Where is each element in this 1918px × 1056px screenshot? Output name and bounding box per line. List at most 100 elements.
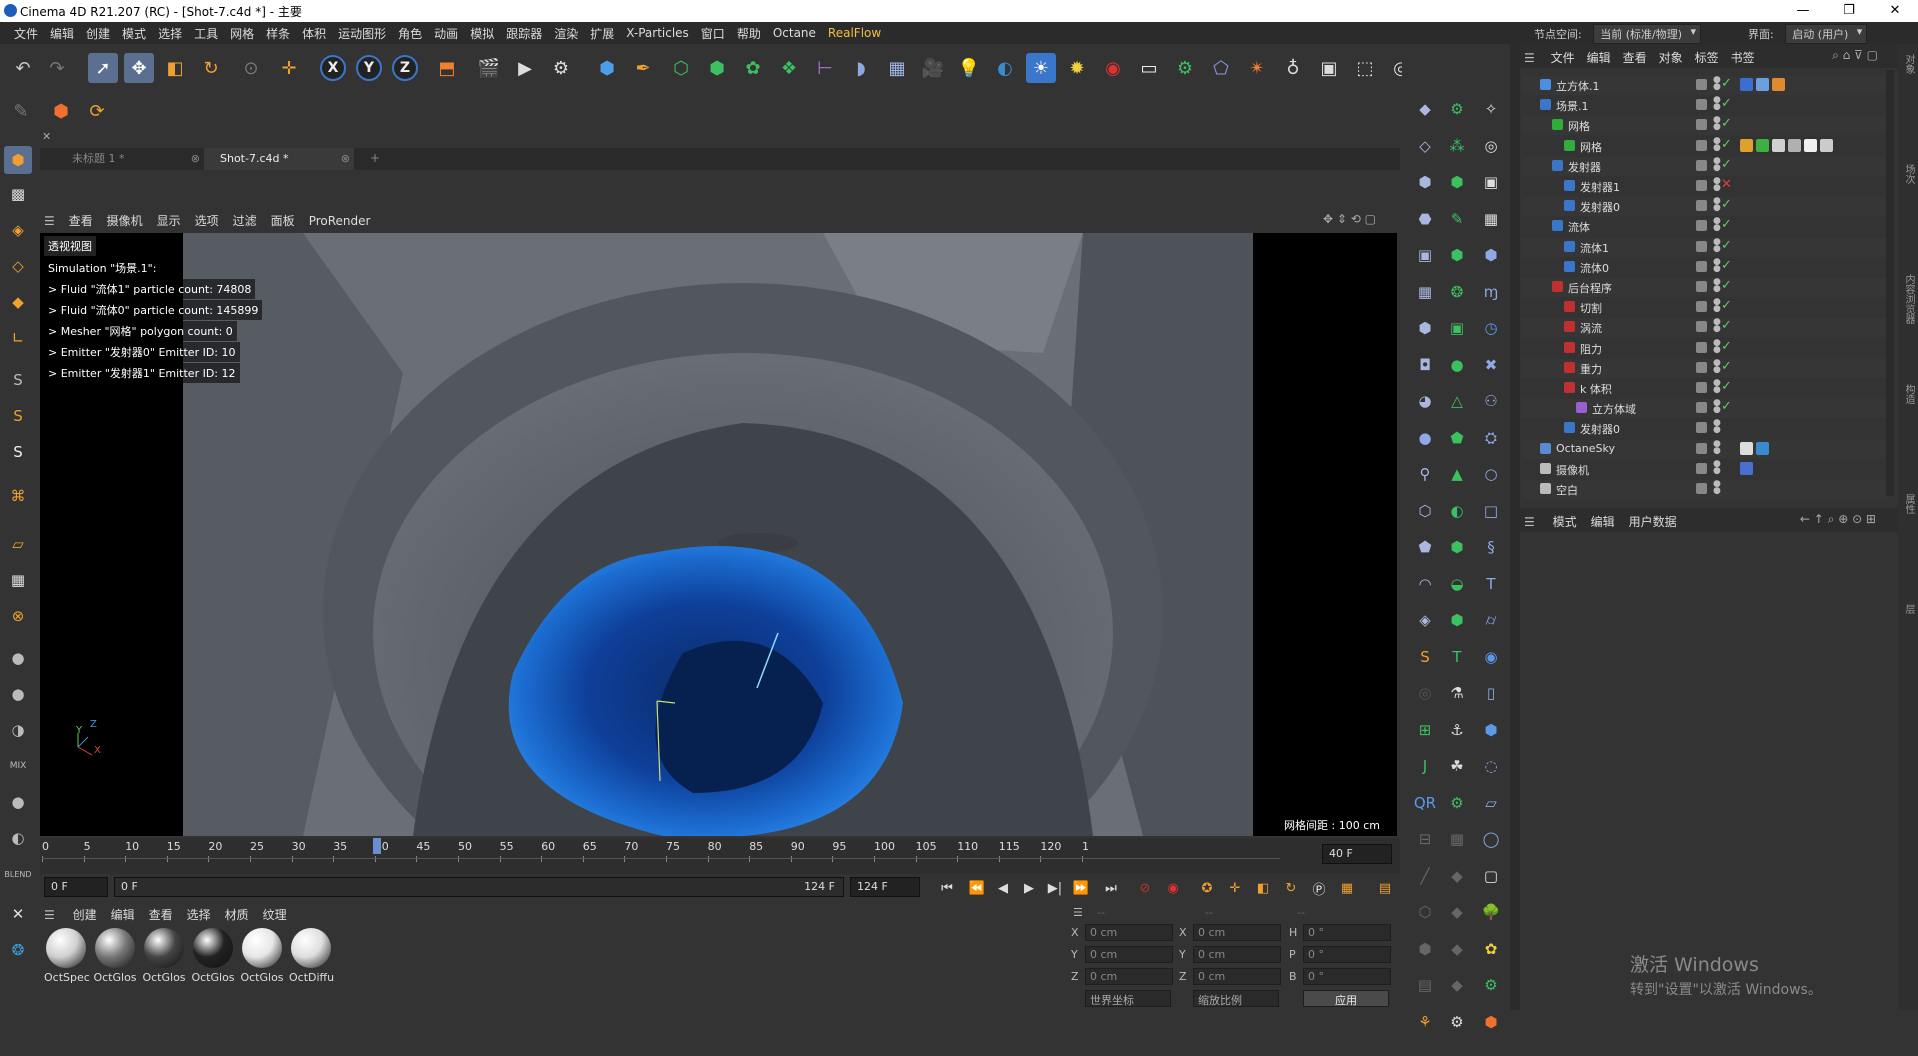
tag-icon[interactable] [1740,441,1753,455]
editor-render-dots-icon[interactable]: ● ● [1713,379,1721,395]
layer-visibility-icon[interactable] [1696,260,1707,272]
layer-visibility-icon[interactable] [1696,361,1707,373]
bevel-icon[interactable]: ▦ [1410,277,1440,307]
editor-render-dots-icon[interactable]: ● ● [1713,156,1721,172]
enabled-check-icon[interactable]: ✓ [1721,217,1732,232]
xp-trail-icon[interactable]: ❂ [1442,277,1472,307]
key-scale-icon[interactable]: ◧ [1252,878,1274,898]
record-icon[interactable]: ◉ [1162,878,1184,898]
y-axis-lock-icon[interactable]: Y [356,55,382,81]
object-row[interactable]: 场景.1 ● ● ✓ [1522,96,1888,115]
xp-fluid-icon[interactable]: ɱ [1476,277,1506,307]
axis-mode-icon[interactable]: ∟ [4,324,32,352]
right-strip-tab[interactable]: 层 [1901,604,1916,614]
tag-icon[interactable] [1756,78,1769,91]
preview-range-bar[interactable]: 0 F 124 F [114,877,844,897]
viewport-menu-item[interactable]: 选项 [195,214,219,228]
xp-pyramid-icon[interactable]: △ [1442,386,1472,416]
layer-visibility-icon[interactable] [1696,281,1707,292]
world-coords-dropdown[interactable]: 世界坐标 [1085,990,1171,1007]
circle-spline-icon[interactable]: ○ [1476,459,1506,489]
rect-spline-icon[interactable]: □ [1476,496,1506,526]
octane-image-icon[interactable]: ▣ [1314,53,1344,83]
attribute-menu-item[interactable]: 编辑 [1591,515,1615,529]
xp-blob-icon[interactable]: ◒ [1442,569,1472,599]
next-frame-icon[interactable]: ▶| [1044,878,1066,898]
dim-8-icon[interactable]: ◆ [1442,861,1472,891]
octane-material-icon[interactable]: ⬚ [1350,53,1380,83]
coord-value-field[interactable]: 0 cm [1085,968,1173,985]
line-tool-icon[interactable]: ◆ [1410,94,1440,124]
timeline-ruler[interactable]: 0 5 10 15 20 25 30 35 40 45 50 55 60 65 70 75 80 85 90 95 10… [40,838,1400,874]
object-menu-item[interactable]: 文件 [1551,51,1575,65]
menu-item[interactable]: 帮助 [731,25,767,42]
light-icon[interactable]: 💡 [954,53,984,83]
xp-cone-icon[interactable]: ▲ [1442,459,1472,489]
xp-group-icon[interactable]: ▣ [1442,313,1472,343]
helix-icon[interactable]: § [1476,532,1506,562]
cube-icon[interactable]: ⬢ [1476,715,1506,745]
hamburger-icon[interactable]: ☰ [1073,906,1083,919]
xp-cover-icon[interactable]: ⬢ [1442,532,1472,562]
enabled-check-icon[interactable]: ✓ [1721,278,1732,293]
menu-item[interactable]: 创建 [80,25,116,42]
editor-render-dots-icon[interactable]: ● ● [1713,338,1721,354]
xp-icon[interactable]: ❂ [4,936,32,964]
joint-icon[interactable]: J [1410,751,1440,781]
attribute-menu-item[interactable]: 模式 [1553,515,1577,529]
enabled-check-icon[interactable]: ✓ [1721,359,1732,374]
undo-icon[interactable]: ↶ [8,53,38,83]
tab-untitled[interactable]: 未标题 1 * ⊗ [40,148,204,170]
object-menu-item[interactable]: 对象 [1659,51,1683,65]
minimize-button[interactable]: — [1780,0,1826,22]
polygons-mode-icon[interactable]: ◆ [4,288,32,316]
plane-icon[interactable]: ▱ [1476,788,1506,818]
dim-3-icon[interactable]: ╱ [1410,861,1440,891]
frame-icon[interactable]: ▢ [1476,861,1506,891]
render-region-icon[interactable]: 🎬 [474,53,504,83]
tree-icon[interactable]: 🌳 [1476,897,1506,927]
xp-misc-icon[interactable]: ⚙ [1442,1007,1472,1037]
octane-arealight-icon[interactable]: ▭ [1134,53,1164,83]
node-space-dropdown[interactable]: 当前 (标准/物理) [1593,24,1702,44]
extrude-inner-icon[interactable]: ▣ [1410,240,1440,270]
enabled-check-icon[interactable]: ✓ [1721,379,1732,394]
layer-visibility-icon[interactable] [1696,341,1707,353]
object-row[interactable]: 网格 ● ● ✓ [1522,116,1888,136]
sphere-shade-3-icon[interactable]: ◑ [4,716,32,744]
xp-cross-icon[interactable]: ✖ [1476,350,1506,380]
material-swatch[interactable]: OctGlos [93,928,137,984]
edges-mode-icon[interactable]: ◇ [4,252,32,280]
material-menu-item[interactable]: 纹理 [263,908,287,922]
key-pla-icon[interactable]: ▦ [1336,878,1358,898]
material-menu-item[interactable]: 创建 [73,908,97,922]
box-icon[interactable]: ⬢ [1476,1007,1506,1037]
enabled-check-icon[interactable]: ✓ [1721,298,1732,313]
deformer-icon[interactable]: ⊢ [810,53,840,83]
tag-icon[interactable] [1820,138,1833,152]
object-row[interactable]: 流体0 ● ● ✓ [1522,257,1888,277]
workplane-icon[interactable]: ▱ [4,530,32,558]
qr-icon[interactable]: QR [1410,788,1440,818]
playhead[interactable] [372,838,381,854]
xp-gear-icon[interactable]: ⚙ [1442,788,1472,818]
object-row[interactable]: 重力 ● ● ✓ [1522,358,1888,378]
layer-visibility-icon[interactable] [1696,442,1707,454]
object-menu-item[interactable]: 查看 [1623,51,1647,65]
enabled-check-icon[interactable]: ✓ [1721,238,1732,253]
hair-icon[interactable]: ⚘ [1410,1007,1440,1037]
coord-value-field[interactable]: 0 cm [1193,924,1281,941]
material-swatch[interactable]: OctGlos [191,928,235,984]
close-button[interactable]: ✕ [1872,0,1918,22]
dim-10-icon[interactable]: ◆ [1442,934,1472,964]
x-axis-lock-icon[interactable]: X [320,55,346,81]
xp-cache-icon[interactable]: ▦ [1476,204,1506,234]
xp-sphere-icon[interactable]: ● [1442,350,1472,380]
enabled-check-icon[interactable]: ✓ [1721,318,1732,333]
sphere-shade-2-icon[interactable]: ● [4,680,32,708]
object-menu-item[interactable]: 编辑 [1587,51,1611,65]
hamburger-icon[interactable]: ☰ [1524,515,1535,529]
prev-key-icon[interactable]: ⏪ [966,878,988,898]
key-position-icon[interactable]: ✛ [1224,878,1246,898]
tab-close-icon[interactable]: ⊗ [341,148,350,170]
